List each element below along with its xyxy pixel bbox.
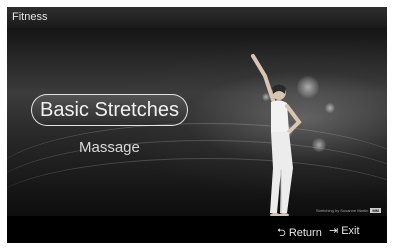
tv-screen: Fitness Basic Stretches Massage Stretchi… [7, 7, 387, 243]
return-icon: ⮌ [277, 227, 286, 239]
credit-text: Stretching by Susanne Martin [315, 208, 369, 213]
stretching-woman-image [251, 54, 302, 216]
content-area: Basic Stretches Massage Stretching by Su… [7, 28, 387, 216]
return-button[interactable]: ⮌ Return [277, 224, 322, 243]
exit-label: Exit [341, 225, 360, 237]
exit-button[interactable]: ⇥ Exit [329, 224, 360, 237]
app-title: Fitness [12, 11, 48, 23]
image-credit: Stretching by Susanne Martin MM [316, 208, 381, 213]
footer-bar: ⮌ Return ⇥ Exit [7, 216, 387, 243]
bokeh-light [325, 103, 335, 113]
credit-logo: MM [370, 208, 381, 213]
title-bar: Fitness [7, 7, 387, 28]
menu-item-massage[interactable]: Massage [79, 139, 140, 156]
menu-item-basic-stretches[interactable]: Basic Stretches [31, 94, 188, 126]
return-label: Return [288, 227, 322, 239]
exit-icon: ⇥ [329, 225, 339, 237]
